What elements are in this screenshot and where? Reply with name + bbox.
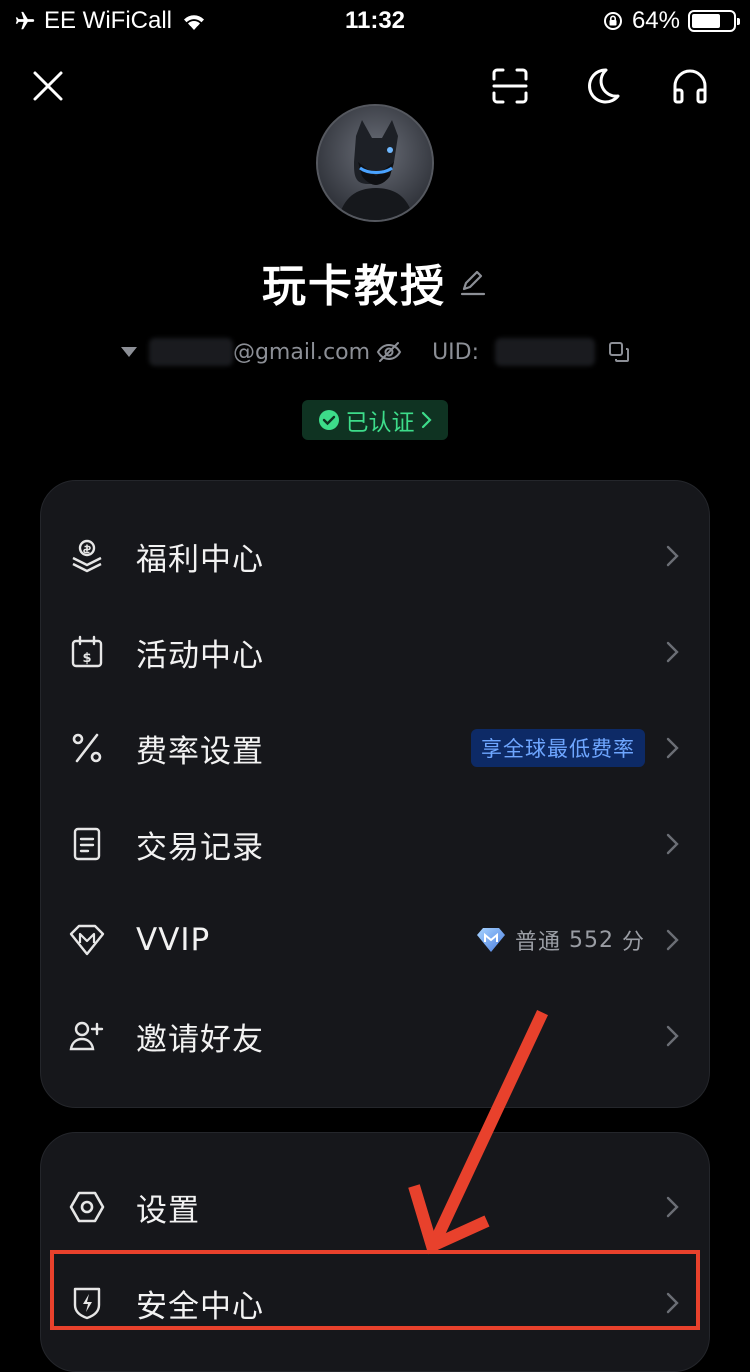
check-circle-icon	[318, 410, 339, 430]
verified-badge[interactable]: 已认证	[302, 400, 448, 440]
chevron-right-icon	[666, 1025, 679, 1047]
uid-label: UID:	[432, 339, 480, 365]
menu-label: 费率设置	[136, 733, 264, 770]
chevron-right-icon	[666, 641, 679, 663]
menu-label: 设置	[136, 1192, 200, 1229]
status-right: 64%	[602, 6, 740, 36]
secondary-menu-card: 设置 安全中心	[40, 1132, 710, 1372]
menu-item-fee-settings[interactable]: 费率设置 享全球最低费率	[41, 700, 711, 796]
dropdown-triangle-icon[interactable]	[119, 345, 139, 359]
percent-icon	[65, 726, 109, 770]
battery-percent: 64%	[631, 7, 680, 34]
vvip-points-unit: 分	[621, 930, 645, 955]
chevron-right-icon	[666, 929, 679, 951]
username-row: 玩卡教授	[0, 252, 750, 312]
status-bar: EE WiFiCall 11:32 64%	[0, 0, 750, 40]
vvip-status: 普通 552 分	[475, 924, 645, 956]
menu-item-welfare-center[interactable]: 福利中心	[41, 508, 711, 604]
menu-label: 安全中心	[136, 1288, 264, 1325]
settings-hexagon-icon	[65, 1185, 109, 1229]
robot-dog-avatar-image	[318, 106, 432, 220]
username: 玩卡教授	[262, 261, 446, 312]
account-info-row: @gmail.com UID:	[0, 334, 750, 370]
menu-label: 邀请好友	[136, 1021, 264, 1058]
battery-icon	[688, 10, 740, 32]
verified-label: 已认证	[345, 410, 415, 436]
menu-label: 福利中心	[136, 541, 264, 578]
svg-text:$: $	[82, 651, 91, 666]
menu-item-vvip[interactable]: VVIP 普通 552 分	[41, 892, 711, 988]
menu-item-settings[interactable]: 设置	[41, 1159, 711, 1255]
menu-label: 活动中心	[136, 637, 264, 674]
welfare-coin-icon	[65, 534, 109, 578]
shield-icon	[65, 1281, 109, 1325]
uid-masked	[495, 338, 596, 366]
headphones-icon	[673, 69, 707, 104]
menu-label: 交易记录	[136, 829, 264, 866]
theme-toggle-button[interactable]	[578, 62, 626, 110]
scan-button[interactable]	[486, 62, 534, 110]
chevron-right-icon	[666, 833, 679, 855]
scan-icon	[492, 68, 528, 104]
orientation-lock-icon	[603, 12, 622, 30]
close-button[interactable]	[24, 62, 72, 110]
menu-item-transaction-records[interactable]: 交易记录	[41, 796, 711, 892]
gem-icon	[476, 928, 505, 952]
menu-item-invite-friends[interactable]: 邀请好友	[41, 988, 711, 1084]
menu-item-security-center[interactable]: 安全中心	[41, 1255, 711, 1351]
email-masked	[148, 338, 233, 366]
copy-icon[interactable]	[607, 340, 631, 364]
calendar-dollar-icon: $	[65, 630, 109, 674]
menu-item-activity-center[interactable]: $ 活动中心	[41, 604, 711, 700]
support-button[interactable]	[666, 62, 714, 110]
edit-icon[interactable]	[458, 267, 488, 297]
add-user-icon	[65, 1014, 109, 1058]
chevron-right-icon	[666, 1196, 679, 1218]
menu-label: VVIP	[136, 922, 211, 958]
chevron-right-icon	[666, 737, 679, 759]
vvip-diamond-icon	[65, 918, 109, 962]
chevron-right-icon	[421, 411, 432, 429]
vvip-points: 552	[568, 927, 614, 953]
vvip-level: 普通	[514, 930, 561, 955]
document-icon	[65, 822, 109, 866]
eye-off-icon[interactable]	[376, 341, 402, 363]
fee-promo-badge: 享全球最低费率	[471, 729, 645, 767]
main-menu-card: 福利中心 $ 活动中心 费率设置 享全球最低费率 交易记录 VVIP 普通 55…	[40, 480, 710, 1108]
chevron-right-icon	[666, 1292, 679, 1314]
moon-icon	[588, 68, 620, 104]
email-suffix: @gmail.com	[232, 339, 371, 365]
close-icon	[33, 71, 63, 101]
avatar[interactable]	[316, 104, 434, 222]
chevron-right-icon	[666, 545, 679, 567]
